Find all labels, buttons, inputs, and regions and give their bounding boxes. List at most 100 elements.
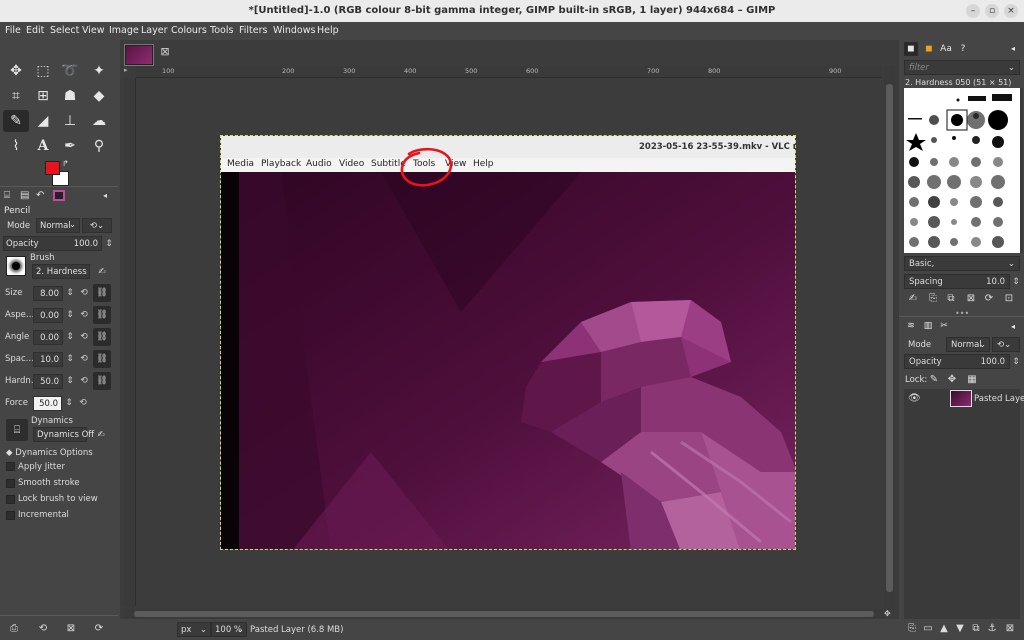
spacing-spin-icon[interactable]: ⇕ xyxy=(1009,275,1023,289)
patterns-tab-icon[interactable]: ◼ xyxy=(922,42,936,56)
duplicate-layer-icon[interactable]: ⧉ xyxy=(969,622,983,636)
fonts-tab-icon[interactable]: Aa xyxy=(939,42,953,56)
image-thumbnail-tab[interactable] xyxy=(124,44,154,66)
lock-alpha-icon[interactable]: ▦ xyxy=(965,373,979,387)
tool-options-tab-icon[interactable]: ⌸ xyxy=(4,190,10,201)
brush-preset-select[interactable]: Basic, ⌄ xyxy=(904,256,1020,271)
menu-windows[interactable]: Windows xyxy=(273,25,315,36)
smudge-tool-icon[interactable]: ☁ xyxy=(86,110,112,132)
force-reset-icon[interactable]: ⟲ xyxy=(76,396,90,410)
brush-preview[interactable] xyxy=(6,256,26,276)
lock-pixels-icon[interactable]: ✎ xyxy=(927,373,941,387)
layer-mode-select[interactable]: Normal ⌄ xyxy=(946,337,990,352)
aspect-link-icon[interactable]: ⛓ xyxy=(93,306,111,324)
text-tool-icon[interactable]: A xyxy=(30,135,56,157)
spacing-reset-icon[interactable]: ⟲ xyxy=(77,352,91,366)
lock-brush-checkbox[interactable] xyxy=(6,495,15,504)
menu-edit[interactable]: Edit xyxy=(26,25,44,36)
menu-help[interactable]: Help xyxy=(317,25,339,36)
free-select-tool-icon[interactable]: ➰ xyxy=(57,60,83,82)
device-status-tab-icon[interactable]: ▤ xyxy=(20,190,29,201)
delete-options-icon[interactable]: ⊠ xyxy=(64,622,78,636)
layer-mode-reset-button[interactable]: ⟲⌄ xyxy=(992,337,1020,352)
brushes-tab-icon[interactable]: ◼ xyxy=(904,42,918,56)
open-brush-icon[interactable]: ⊡ xyxy=(1002,292,1016,306)
move-tool-icon[interactable]: ✥ xyxy=(3,60,29,82)
eraser-tool-icon[interactable]: ◢ xyxy=(30,110,56,132)
brush-grid[interactable] xyxy=(904,88,1020,253)
incremental-checkbox[interactable] xyxy=(6,511,15,520)
vertical-scrollbar[interactable] xyxy=(884,66,895,611)
help-tab-icon[interactable]: ? xyxy=(956,42,970,56)
mode-reset-button[interactable]: ⟲⌄ xyxy=(82,218,112,233)
layer-row[interactable]: 👁 Pasted Layer xyxy=(904,389,1024,409)
smooth-stroke-checkbox[interactable] xyxy=(6,479,15,488)
opacity-slider[interactable]: Opacity 100.0 xyxy=(3,236,102,251)
hardness-reset-icon[interactable]: ⟲ xyxy=(77,374,91,388)
new-layer-group-icon[interactable]: ▭ xyxy=(921,622,935,636)
paths-tool-icon[interactable]: ⌇ xyxy=(3,135,29,157)
brush-filter-input[interactable]: filter ⌄ xyxy=(904,60,1020,75)
unit-select[interactable]: px ⌄ xyxy=(177,622,211,637)
zoom-select[interactable]: 100 % ⌄ xyxy=(211,622,247,637)
new-brush-icon[interactable]: ⎘ xyxy=(926,292,940,306)
fuzzy-select-tool-icon[interactable]: ✦ xyxy=(86,60,112,82)
anchor-layer-icon[interactable]: ⚓ xyxy=(985,622,999,636)
horizontal-ruler[interactable]: 100 200 300 400 500 600 700 800 900 xyxy=(136,66,882,78)
brush-name-field[interactable]: 2. Hardness 050 xyxy=(32,264,90,279)
swap-colors-icon[interactable]: ↱ xyxy=(62,159,69,168)
navigate-icon[interactable]: ✥ xyxy=(884,609,895,619)
size-reset-icon[interactable]: ⟲ xyxy=(77,286,91,300)
quick-mask-icon[interactable]: ▸ xyxy=(124,66,136,78)
refresh-brushes-icon[interactable]: ⟳ xyxy=(982,292,996,306)
size-link-icon[interactable]: ⛓ xyxy=(93,284,111,302)
horizontal-scrollbar[interactable] xyxy=(124,609,884,619)
aspect-reset-icon[interactable]: ⟲ xyxy=(77,308,91,322)
bucket-fill-tool-icon[interactable]: ◆ xyxy=(86,85,112,107)
angle-field[interactable]: 0.00 xyxy=(33,330,63,345)
transform-tool-icon[interactable]: ⊞ xyxy=(30,85,56,107)
new-layer-icon[interactable]: ⎘ xyxy=(905,622,919,636)
eye-icon[interactable]: 👁 xyxy=(908,393,921,404)
crop-tool-icon[interactable]: ⌗ xyxy=(3,85,29,107)
menu-image[interactable]: Image xyxy=(109,25,139,36)
delete-layer-icon[interactable]: ⊠ xyxy=(1003,622,1017,636)
size-field[interactable]: 8.00 xyxy=(33,286,63,301)
close-icon[interactable]: × xyxy=(1004,4,1018,18)
apply-jitter-checkbox[interactable] xyxy=(6,462,15,471)
spacing-spin-icon[interactable]: ⇕ xyxy=(63,352,77,366)
spacing-link-icon[interactable]: ⛓ xyxy=(93,350,111,368)
paths-tab-icon[interactable]: ✂ xyxy=(937,319,951,333)
lower-layer-icon[interactable]: ▼ xyxy=(953,622,967,636)
opacity-spin-icon[interactable]: ⇕ xyxy=(102,237,116,251)
channels-tab-icon[interactable]: ▥ xyxy=(921,319,935,333)
menu-layer[interactable]: Layer xyxy=(141,25,168,36)
reset-options-icon[interactable]: ⟳ xyxy=(92,622,106,636)
dynamics-options-expander[interactable]: ◆ Dynamics Options xyxy=(6,448,93,458)
aspect-spin-icon[interactable]: ⇕ xyxy=(63,308,77,322)
hardness-link-icon[interactable]: ⛓ xyxy=(93,372,111,390)
edit-brush-icon[interactable]: ✍ xyxy=(95,265,109,279)
minimize-icon[interactable]: – xyxy=(966,4,980,18)
spacing-field[interactable]: 10.0 xyxy=(33,352,63,367)
vertical-ruler[interactable] xyxy=(124,78,136,606)
foreground-color-swatch[interactable] xyxy=(45,161,60,175)
configure-tab-icon[interactable]: ◂ xyxy=(1006,320,1020,334)
angle-spin-icon[interactable]: ⇕ xyxy=(63,330,77,344)
edit-dynamics-icon[interactable]: ✍ xyxy=(94,428,108,442)
close-image-tab-icon[interactable]: ⊠ xyxy=(159,46,171,58)
edit-brush-icon[interactable]: ✍ xyxy=(906,292,920,306)
raise-layer-icon[interactable]: ▲ xyxy=(937,622,951,636)
duplicate-brush-icon[interactable]: ⧉ xyxy=(944,292,958,306)
menu-filters[interactable]: Filters xyxy=(239,25,267,36)
aspect-field[interactable]: 0.00 xyxy=(33,308,63,323)
color-picker-tool-icon[interactable]: ✒ xyxy=(57,135,83,157)
layers-tab-icon[interactable]: ≋ xyxy=(904,319,918,333)
menu-colours[interactable]: Colours xyxy=(171,25,207,36)
brush-grid-scrollbar[interactable] xyxy=(1020,88,1023,253)
hardness-field[interactable]: 50.0 xyxy=(33,374,63,389)
angle-link-icon[interactable]: ⛓ xyxy=(93,328,111,346)
dynamics-preview-icon[interactable]: ⌸ xyxy=(6,419,28,441)
brush-spacing-slider[interactable]: Spacing 10.0 xyxy=(904,274,1010,289)
menu-tools[interactable]: Tools xyxy=(210,25,233,36)
